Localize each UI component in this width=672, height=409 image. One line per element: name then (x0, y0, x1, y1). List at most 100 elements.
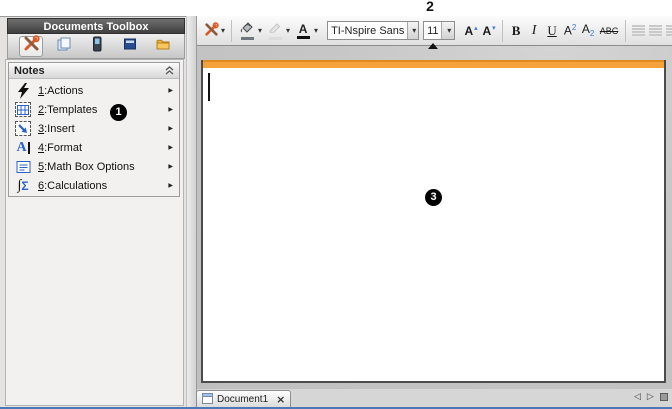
tab-page-sorter[interactable] (52, 36, 76, 57)
fill-color-button[interactable]: ▾ (236, 20, 264, 41)
format-a-icon: A (14, 140, 32, 156)
document-workspace (197, 46, 672, 389)
callout-1-badge: 1 (110, 104, 127, 121)
line-color-swatch (269, 37, 282, 40)
tab-content-explorer[interactable] (118, 36, 142, 57)
tools-icon (23, 35, 40, 57)
up-triangle-icon: ▴ (474, 24, 478, 32)
strikethrough-button[interactable]: ABC (597, 26, 621, 36)
line-color-button[interactable]: ▾ (264, 20, 292, 41)
menu-item-format[interactable]: A 4:Format ▶ (9, 138, 179, 157)
font-family-value: TI-Nspire Sans (328, 25, 407, 37)
document-icon (202, 391, 213, 409)
page-sorter-icon[interactable] (660, 393, 668, 401)
chevron-down-icon: ▾ (314, 26, 318, 35)
menu-item-templates[interactable]: 2:Templates ▶ (9, 100, 179, 119)
increase-font-size-button[interactable]: A▴ (462, 24, 480, 38)
tab-handheld-setup[interactable] (85, 36, 109, 57)
close-icon[interactable]: × (276, 395, 285, 405)
toolbar-separator (625, 20, 626, 42)
chevron-down-icon: ▾ (412, 26, 416, 35)
lightning-icon (14, 83, 32, 99)
formatting-toolbar: ▾ ▾ (197, 16, 672, 46)
page-header-bar (203, 60, 664, 68)
book-icon (122, 36, 138, 57)
collapse-chevron-icon[interactable] (165, 66, 174, 75)
menu-item-insert[interactable]: 3:Insert ▶ (9, 119, 179, 138)
tab-document-tools[interactable] (19, 36, 43, 57)
integral-sigma-icon: ∫Σ (14, 178, 32, 194)
toolbox-tab-row (7, 34, 185, 59)
text-cursor (208, 73, 210, 101)
page-navigation: ◁ ▷ (634, 392, 668, 402)
menu-item-calculations[interactable]: ∫Σ 6:Calculations ▶ (9, 176, 179, 195)
submenu-arrow-icon: ▶ (168, 125, 173, 132)
document-tab-label: Document1 (217, 394, 268, 405)
ti-nspire-window: 2 Documents Toolbox (0, 0, 672, 409)
fill-color-swatch (241, 37, 254, 40)
font-size-select[interactable]: 11 ▾ (423, 21, 455, 40)
menu-item-label: 5:Math Box Options (38, 161, 135, 173)
superscript-button[interactable]: A2 (561, 23, 579, 38)
align-left-icon[interactable] (632, 25, 645, 36)
submenu-arrow-icon: ▶ (168, 163, 173, 170)
menu-item-label: 1:Actions (38, 85, 83, 97)
notes-menu-panel: Notes 1:Actions ▶ (8, 62, 180, 197)
documents-toolbox-header: Documents Toolbox (7, 18, 185, 34)
pages-icon (56, 36, 72, 57)
document-tab[interactable]: Document1 × (196, 390, 291, 408)
document-tools-menu-button[interactable]: ▾ (202, 21, 227, 41)
annotation-strip: 2 (0, 0, 672, 16)
templates-grid-icon (15, 102, 31, 117)
toolbar-separator (231, 20, 232, 42)
chevron-down-icon: ▾ (447, 26, 451, 35)
underline-button[interactable]: U (543, 23, 561, 39)
text-color-button[interactable]: A ▾ (292, 22, 320, 40)
submenu-arrow-icon: ▶ (168, 144, 173, 151)
submenu-arrow-icon: ▶ (168, 87, 173, 94)
chevron-down-icon: ▾ (258, 26, 262, 35)
bold-button[interactable]: B (507, 23, 525, 39)
font-family-select[interactable]: TI-Nspire Sans ▾ (327, 21, 419, 40)
handheld-icon (89, 36, 105, 57)
notes-panel-header[interactable]: Notes (9, 63, 179, 79)
callout-2-label: 2 (420, 0, 440, 14)
align-center-icon[interactable] (649, 25, 662, 36)
italic-button[interactable]: I (525, 23, 543, 39)
paint-bucket-icon (239, 21, 255, 36)
next-page-icon[interactable]: ▷ (647, 392, 654, 402)
align-right-icon[interactable] (666, 25, 672, 36)
chevron-down-icon: ▾ (286, 26, 290, 35)
font-size-dropdown-button[interactable]: ▾ (441, 22, 454, 39)
math-box-icon (14, 159, 32, 175)
notes-panel-title: Notes (14, 65, 45, 77)
menu-item-label: 4:Format (38, 142, 82, 154)
text-color-a-icon: A (299, 23, 308, 35)
menu-item-label: 2:Templates (38, 104, 97, 116)
tools-icon (204, 22, 219, 40)
menu-item-actions[interactable]: 1:Actions ▶ (9, 81, 179, 100)
font-family-dropdown-button[interactable]: ▾ (407, 22, 418, 39)
callout-2-pointer-icon (428, 43, 438, 49)
font-size-value: 11 (424, 25, 441, 37)
panel-splitter[interactable] (186, 16, 197, 407)
menu-item-label: 6:Calculations (38, 180, 107, 192)
decrease-font-size-button[interactable]: A▾ (480, 24, 498, 38)
previous-page-icon[interactable]: ◁ (634, 392, 641, 402)
menu-item-label: 3:Insert (38, 123, 75, 135)
tab-utilities[interactable] (151, 36, 175, 57)
document-page[interactable] (201, 60, 666, 383)
chevron-down-icon: ▾ (221, 26, 225, 35)
submenu-arrow-icon: ▶ (168, 182, 173, 189)
toolbar-separator (502, 20, 503, 42)
text-color-swatch (297, 36, 310, 39)
menu-item-math-box-options[interactable]: 5:Math Box Options ▶ (9, 157, 179, 176)
subscript-button[interactable]: A2 (579, 22, 597, 38)
callout-3-badge: 3 (425, 189, 442, 206)
submenu-arrow-icon: ▶ (168, 106, 173, 113)
down-triangle-icon: ▾ (492, 24, 496, 32)
notes-menu-list: 1:Actions ▶ 2:Templates ▶ (9, 79, 179, 195)
insert-arrow-icon (15, 121, 31, 136)
folder-icon (155, 36, 171, 57)
pen-icon (267, 21, 283, 36)
